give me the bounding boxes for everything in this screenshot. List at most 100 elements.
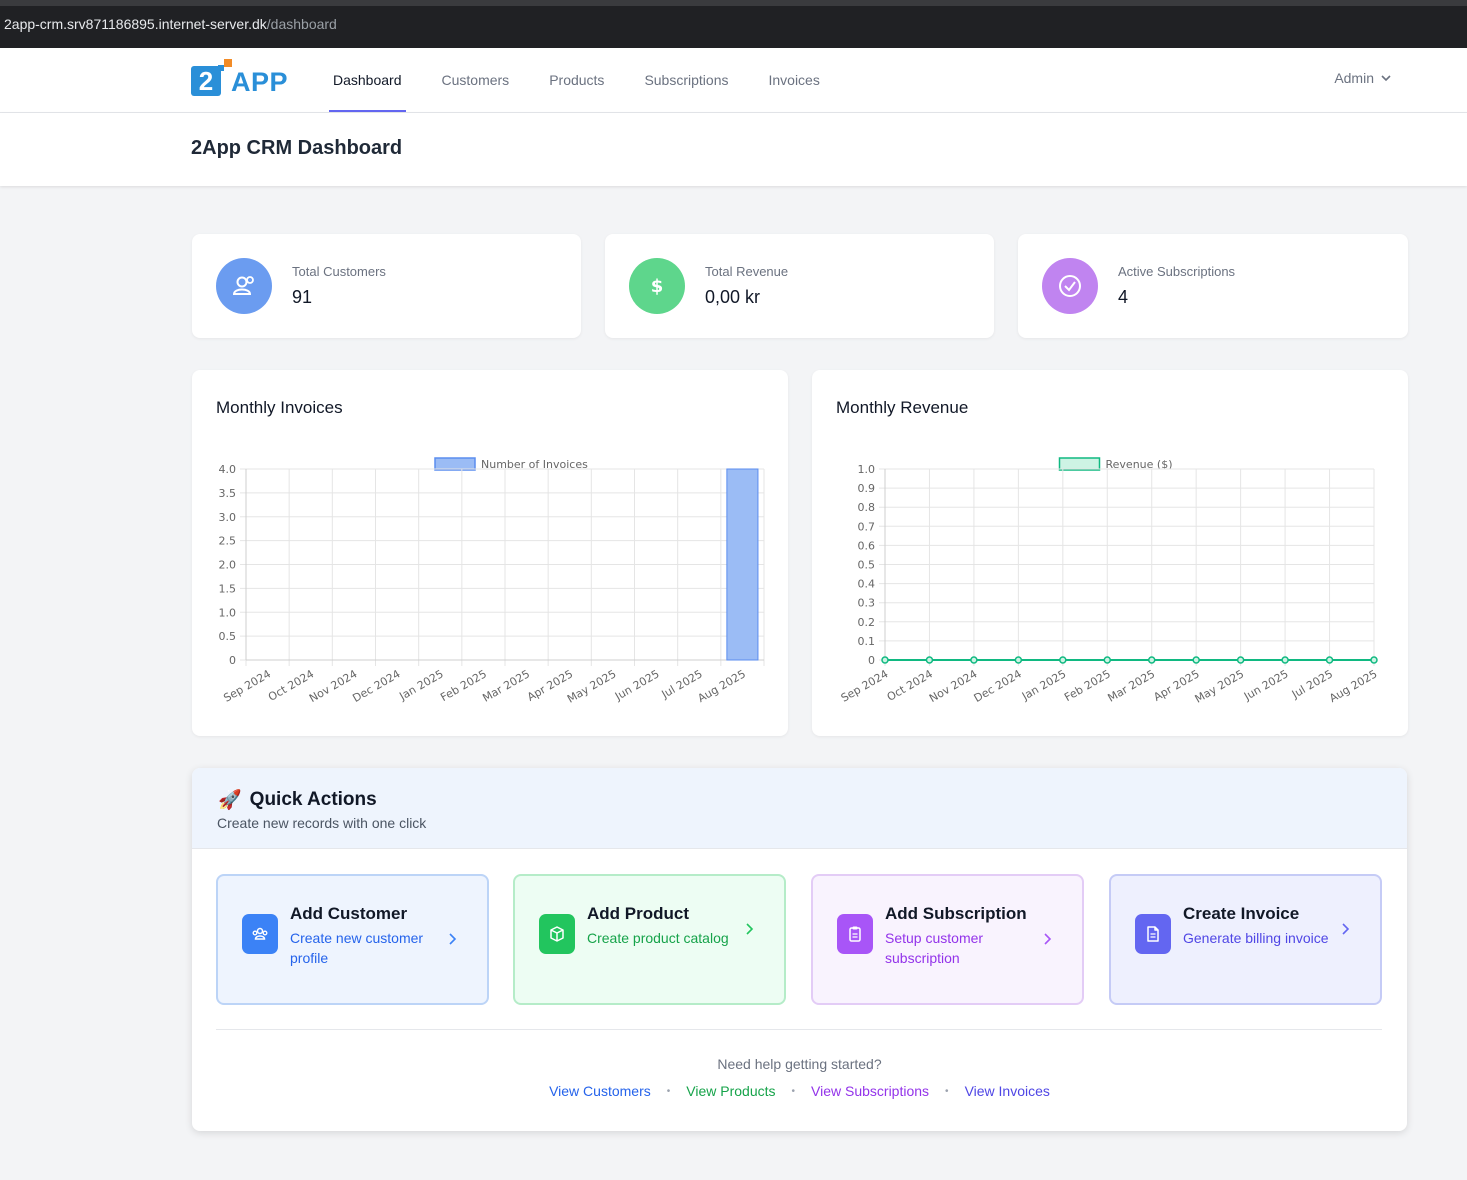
link-separator: • — [945, 1085, 949, 1097]
x-tick-label: Aug 2025 — [696, 667, 748, 705]
user-menu-label: Admin — [1334, 70, 1374, 86]
data-point — [1192, 656, 1200, 664]
data-point — [1014, 656, 1023, 664]
x-tick-label: Dec 2024 — [972, 667, 1024, 705]
action-title: Create Invoice — [1183, 904, 1300, 923]
add-subscription-button[interactable]: Add Subscription Setup customer subscrip… — [811, 874, 1084, 1005]
browser-address-bar[interactable]: 2app-crm.srv871186895.internet-server.dk… — [0, 0, 1467, 48]
quick-actions-title-text: Quick Actions — [249, 789, 377, 810]
chevron-right-icon — [1342, 923, 1350, 935]
y-tick-label: 0.3 — [858, 597, 876, 610]
y-tick-label: 0.9 — [858, 482, 876, 495]
logo-accent-blue — [218, 65, 224, 71]
x-tick-label: Sep 2024 — [839, 667, 891, 704]
top-navigation: 2 APP Dashboard Customers Products Subsc… — [0, 48, 1467, 113]
y-tick-label: 0.5 — [858, 559, 876, 572]
stat-label: Total Revenue — [705, 264, 789, 279]
view-invoices-link[interactable]: View Invoices — [965, 1083, 1050, 1099]
y-tick-label: 0.7 — [858, 520, 876, 533]
nav-dashboard[interactable]: Dashboard — [313, 48, 422, 112]
add-product-button[interactable]: Add Product Create product catalog — [513, 874, 786, 1005]
quick-actions-subtitle: Create new records with one click — [217, 815, 427, 831]
x-tick-label: Dec 2024 — [350, 667, 402, 705]
data-point — [1281, 656, 1289, 664]
users-icon — [242, 914, 278, 954]
data-point — [881, 656, 889, 664]
y-tick-label: 3.0 — [219, 511, 237, 524]
data-point — [1147, 656, 1156, 664]
nav-invoices[interactable]: Invoices — [748, 48, 839, 112]
y-tick-label: 0 — [868, 654, 875, 667]
monthly-invoices-card: Monthly Invoices Number of Invoices 0 0.5 1… — [192, 370, 788, 736]
chart-title: Monthly Invoices — [216, 398, 343, 417]
link-separator: • — [666, 1085, 671, 1097]
x-tick-label: Feb 2025 — [438, 667, 489, 704]
chevron-right-icon — [746, 923, 754, 935]
data-point — [970, 656, 978, 664]
y-tick-label: 1.0 — [219, 606, 237, 619]
y-tick-label: 3.5 — [219, 487, 237, 500]
x-tick-label: Jan 2025 — [396, 667, 445, 703]
stat-value: 0,00 kr — [705, 287, 761, 307]
logo-accent-orange — [224, 59, 232, 67]
action-title: Add Product — [587, 904, 689, 923]
x-tick-label: Nov 2024 — [307, 667, 359, 705]
nav-subscriptions[interactable]: Subscriptions — [624, 48, 748, 112]
y-tick-label: 1.0 — [858, 463, 876, 476]
nav-products[interactable]: Products — [529, 48, 624, 112]
stat-value: 91 — [292, 287, 313, 307]
nav-customers[interactable]: Customers — [422, 48, 530, 112]
view-subscriptions-link[interactable]: View Subscriptions — [811, 1083, 929, 1099]
y-tick-label: 0.2 — [858, 616, 876, 629]
y-tick-label: 4.0 — [219, 463, 237, 476]
monthly-revenue-chart: Revenue ($)00.10.20.30.40.50.60.70.80.91… — [839, 457, 1380, 706]
monthly-invoices-chart: Number of Invoices00.51.01.52.02.53.03.5… — [219, 457, 765, 706]
y-tick-label: 0.8 — [858, 501, 876, 514]
create-invoice-button[interactable]: Create Invoice Generate billing invoice — [1109, 874, 1382, 1005]
url-path: /dashboard — [266, 16, 337, 32]
legend-swatch — [434, 457, 476, 471]
action-title: Add Customer — [290, 904, 408, 923]
chevron-right-icon — [449, 933, 457, 945]
nav-links: Dashboard Customers Products Subscriptio… — [313, 48, 840, 112]
url-host: 2app-crm.srv871186895.internet-server.dk — [4, 16, 267, 32]
svg-text:$: $ — [651, 276, 664, 297]
stat-value: 4 — [1118, 287, 1129, 307]
help-text: Need help getting started? — [717, 1056, 882, 1072]
quick-actions-header: 🚀 Quick Actions Create new records with … — [192, 768, 1407, 849]
chart-title: Monthly Revenue — [836, 398, 969, 417]
link-separator: • — [791, 1085, 796, 1097]
logo-word: APP — [231, 67, 289, 97]
page-title: 2App CRM Dashboard — [191, 137, 403, 159]
data-point — [1236, 656, 1245, 664]
url-text[interactable]: 2app-crm.srv871186895.internet-server.dk… — [4, 16, 337, 32]
x-tick-label: Mar 2025 — [480, 667, 532, 704]
x-tick-label: Nov 2024 — [927, 667, 979, 705]
rocket-icon: 🚀 — [218, 790, 242, 811]
y-tick-label: 0 — [229, 654, 236, 667]
y-tick-label: 0.5 — [219, 630, 237, 643]
data-point — [1059, 656, 1067, 664]
y-tick-label: 0.1 — [858, 635, 876, 648]
view-products-link[interactable]: View Products — [686, 1083, 775, 1099]
chevron-right-icon — [1044, 933, 1052, 945]
user-menu[interactable]: Admin — [1334, 70, 1392, 86]
stat-card-customers: Total Customers 91 — [192, 234, 581, 338]
x-tick-label: Aug 2025 — [1327, 667, 1379, 705]
x-tick-label: Jun 2025 — [1241, 667, 1291, 703]
x-tick-label: Oct 2024 — [885, 667, 935, 704]
help-links: View Customers • View Products • View Su… — [192, 1083, 1407, 1099]
app-logo[interactable]: 2 APP — [191, 59, 291, 99]
divider — [216, 1029, 1382, 1030]
action-description: Create new customer profile — [290, 930, 424, 966]
y-tick-label: 0.6 — [858, 539, 876, 552]
box-icon — [539, 914, 575, 954]
y-tick-label: 1.5 — [219, 582, 237, 595]
add-customer-button[interactable]: Add Customer Create new customer profile — [216, 874, 489, 1005]
quick-actions-title: 🚀 Quick Actions — [218, 788, 377, 812]
view-customers-link[interactable]: View Customers — [549, 1083, 651, 1099]
data-point — [1103, 656, 1112, 664]
x-tick-label: May 2025 — [565, 667, 618, 705]
action-description: Create product catalog — [587, 930, 729, 946]
data-point — [925, 656, 934, 664]
